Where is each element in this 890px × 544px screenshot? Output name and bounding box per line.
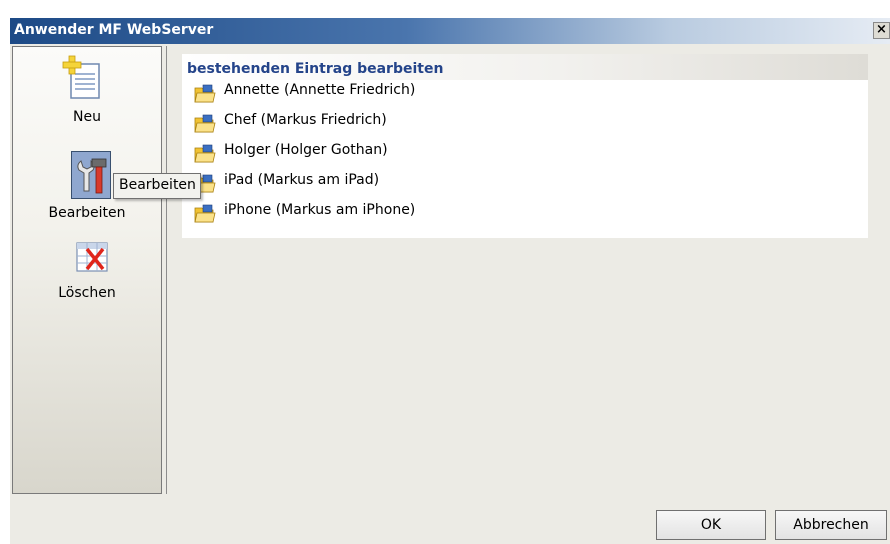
list-item[interactable]: iPad (Markus am iPad) <box>194 170 794 198</box>
folder-icon <box>194 204 216 223</box>
entry-list-panel: bestehenden Eintrag bearbeiten Annette (… <box>182 54 868 238</box>
ok-button[interactable]: OK <box>656 510 766 540</box>
sidebar-item-label: Bearbeiten <box>48 205 126 221</box>
sidebar-item-loeschen[interactable]: Löschen <box>27 237 147 319</box>
delete-table-icon <box>76 242 108 272</box>
sidebar-item-label: Neu <box>73 109 101 125</box>
list-item[interactable]: Holger (Holger Gothan) <box>194 140 794 168</box>
content-area: bestehenden Eintrag bearbeiten Annette (… <box>166 46 890 494</box>
folder-icon <box>194 114 216 133</box>
dialog-window: Anwender MF WebServer × Neu Bearbeiten L… <box>10 18 890 544</box>
new-document-icon <box>62 55 100 99</box>
window-title: Anwender MF WebServer <box>14 22 214 38</box>
sidebar-item-neu[interactable]: Neu <box>27 53 147 135</box>
list-item-label: Annette (Annette Friedrich) <box>224 82 416 98</box>
sidebar-item-label: Löschen <box>58 285 116 301</box>
title-bar[interactable]: Anwender MF WebServer × <box>10 18 890 44</box>
list-item[interactable]: Chef (Markus Friedrich) <box>194 110 794 138</box>
list-item-label: iPhone (Markus am iPhone) <box>224 202 416 218</box>
cancel-button[interactable]: Abbrechen <box>775 510 887 540</box>
list-item[interactable]: Annette (Annette Friedrich) <box>194 80 794 108</box>
list-item-label: iPad (Markus am iPad) <box>224 172 380 188</box>
folder-icon <box>194 144 216 163</box>
folder-icon <box>194 84 216 103</box>
button-bar: OK Abbrechen <box>10 494 890 544</box>
section-title: bestehenden Eintrag bearbeiten <box>187 61 444 77</box>
list-item-label: Chef (Markus Friedrich) <box>224 112 387 128</box>
close-button[interactable]: × <box>873 22 890 39</box>
section-header: bestehenden Eintrag bearbeiten <box>182 54 868 80</box>
sidebar: Neu Bearbeiten Löschen <box>12 46 162 494</box>
list-item-label: Holger (Holger Gothan) <box>224 142 388 158</box>
tooltip: Bearbeiten <box>113 173 201 199</box>
edit-tools-icon <box>77 158 107 194</box>
list-item[interactable]: iPhone (Markus am iPhone) <box>194 200 794 228</box>
